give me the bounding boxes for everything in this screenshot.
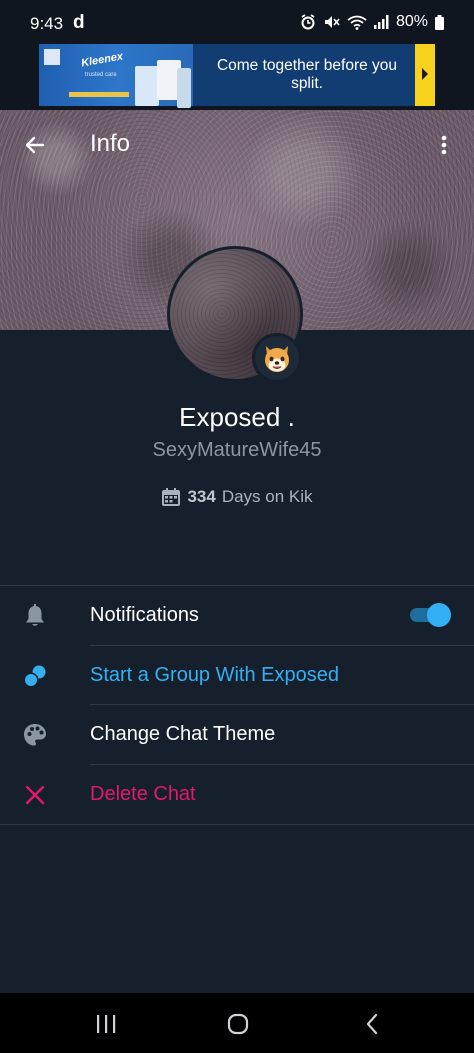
notifications-label: Notifications [90, 604, 199, 626]
close-icon [20, 780, 50, 810]
ad-brand-logo: Kleenex [80, 50, 124, 70]
notifications-toggle[interactable] [410, 602, 451, 628]
home-icon [227, 1013, 249, 1035]
days-on-kik: 334 Days on Kik [0, 487, 474, 507]
calendar-icon [162, 488, 181, 506]
menu-item-delete-chat[interactable]: Delete Chat [0, 765, 474, 824]
display-name: Exposed . [179, 402, 295, 432]
emoji-badge[interactable] [252, 333, 302, 383]
chevron-left-icon [366, 1013, 378, 1035]
signal-icon [373, 15, 389, 29]
ad-banner[interactable]: Kleenex trusted care Come together befor… [39, 44, 435, 108]
status-time: 9:43 [30, 14, 64, 33]
days-count: 334 [187, 487, 216, 506]
ad-choices-icon[interactable] [44, 49, 60, 65]
start-group-label: Start a Group With Exposed [90, 664, 340, 686]
system-navigation-bar [0, 993, 474, 1053]
status-bar: 9:43 d 80% [0, 0, 474, 40]
arrow-left-icon [25, 136, 45, 154]
status-app-glyph: d [73, 12, 85, 33]
dog-face-emoji-icon [265, 346, 289, 372]
ad-next-button[interactable] [415, 44, 435, 106]
more-vertical-icon [441, 135, 447, 155]
change-theme-label: Change Chat Theme [90, 723, 276, 745]
recent-apps-button[interactable] [89, 1007, 123, 1041]
menu-item-start-group[interactable]: Start a Group With Exposed [0, 646, 474, 705]
back-button[interactable] [20, 130, 50, 160]
nav-back-button[interactable] [355, 1007, 389, 1041]
battery-percent: 80% [395, 13, 428, 30]
group-bubbles-icon [20, 661, 50, 691]
delete-chat-label: Delete Chat [90, 783, 196, 805]
more-options-button[interactable] [432, 130, 456, 160]
wifi-icon [347, 15, 367, 30]
ad-product-box [177, 68, 191, 108]
battery-icon [435, 14, 444, 30]
page-title: Info [90, 130, 131, 157]
username: SexyMatureWife45 [152, 439, 322, 461]
status-icons: 80% [300, 13, 444, 31]
menu-item-notifications[interactable]: Notifications [0, 586, 474, 645]
alarm-icon [301, 14, 315, 30]
ad-product-stripe [69, 92, 129, 97]
ad-product-box [135, 66, 159, 106]
ad-strip: Kleenex trusted care Come together befor… [0, 40, 474, 110]
menu-item-change-theme[interactable]: Change Chat Theme [0, 705, 474, 764]
recent-apps-icon [97, 1015, 116, 1033]
divider [0, 824, 474, 825]
days-label: Days on Kik [221, 487, 313, 506]
ad-brand-sub: trusted care [85, 72, 117, 78]
ad-image: Kleenex trusted care [39, 44, 193, 108]
ad-text: Come together before you split. [216, 57, 398, 92]
toggle-thumb [427, 603, 451, 627]
palette-icon [20, 720, 50, 750]
chevron-right-icon [422, 68, 428, 80]
mute-icon [324, 16, 340, 28]
bell-icon [20, 601, 50, 631]
home-button[interactable] [221, 1007, 255, 1041]
